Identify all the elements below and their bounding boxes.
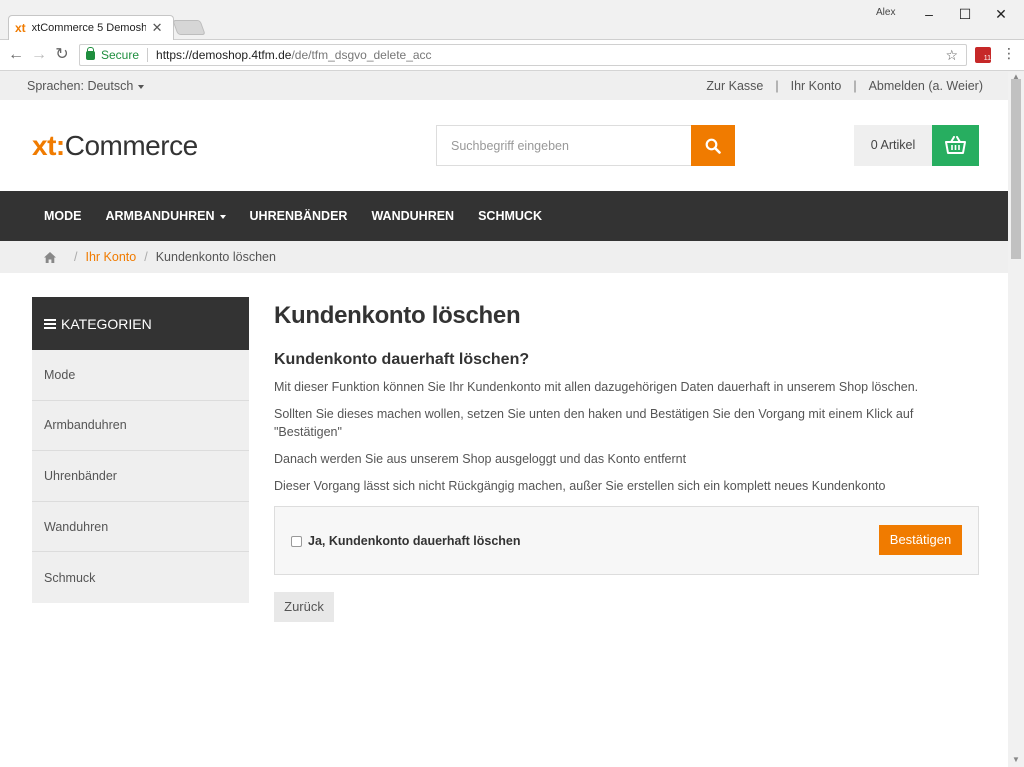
browser-tab[interactable]: xt xtCommerce 5 Demosho ✕ — [8, 15, 174, 40]
shop-logo[interactable]: xt:Commerce — [32, 130, 198, 162]
basket-icon — [945, 136, 966, 154]
language-label: Sprachen: Deutsch — [27, 79, 134, 93]
sidebar-item-wanduhren[interactable]: Wanduhren — [32, 501, 249, 553]
browser-menu-icon[interactable]: ⋮ — [1002, 45, 1016, 62]
breadcrumb-account-link[interactable]: Ihr Konto — [85, 250, 136, 264]
logo-commerce: Commerce — [64, 130, 198, 161]
cart-button[interactable] — [932, 125, 979, 166]
account-link[interactable]: Ihr Konto — [791, 79, 842, 93]
checkout-link[interactable]: Zur Kasse — [706, 79, 763, 93]
forward-arrow-icon[interactable]: → — [28, 45, 50, 65]
browser-toolbar: ← → ↻ Secure https://demoshop.4tfm.de /d… — [0, 40, 1024, 71]
scrollbar-thumb[interactable] — [1011, 79, 1021, 259]
checkbox-label[interactable]: Ja, Kundenkonto dauerhaft löschen — [308, 534, 521, 548]
confirm-button[interactable]: Bestätigen — [879, 525, 962, 555]
close-window-icon[interactable]: ✕ — [986, 4, 1016, 24]
logo-xt: xt: — [32, 130, 65, 161]
cart-count[interactable]: 0 Artikel — [854, 125, 932, 166]
menu-bars-icon — [44, 318, 56, 329]
link-separator: | — [775, 79, 779, 93]
nav-item-armbanduhren[interactable]: ARMBANDUHREN — [94, 191, 238, 241]
language-selector[interactable]: Sprachen: Deutsch — [27, 79, 145, 93]
chevron-down-icon — [219, 214, 226, 219]
info-paragraph: Danach werden Sie aus unserem Shop ausge… — [274, 452, 687, 466]
chevron-down-icon — [138, 84, 145, 89]
sidebar-item-mode[interactable]: Mode — [32, 350, 249, 401]
info-paragraph: Mit dieser Funktion können Sie Ihr Kunde… — [274, 380, 919, 394]
page-viewport: Sprachen: Deutsch Zur Kasse | Ihr Konto … — [0, 72, 1008, 767]
info-paragraph: Sollten Sie dieses machen wollen, setzen… — [274, 407, 914, 439]
link-separator: | — [853, 79, 857, 93]
lock-icon — [86, 46, 95, 60]
nav-item-wanduhren[interactable]: WANDUHREN — [359, 191, 466, 241]
search-button[interactable] — [691, 125, 735, 166]
breadcrumb: / Ihr Konto / Kundenkonto löschen — [0, 241, 1008, 273]
sidebar-header: KATEGORIEN — [32, 297, 249, 350]
breadcrumb-separator: / — [74, 250, 78, 264]
site-header: xt:Commerce Suchbegriff eingeben 0 Artik… — [0, 100, 1008, 191]
main-navigation: MODE ARMBANDUHREN UHRENBÄNDER WANDUHREN … — [0, 191, 1008, 241]
top-utility-bar: Sprachen: Deutsch Zur Kasse | Ihr Konto … — [0, 72, 1008, 100]
bookmark-star-icon[interactable]: ☆ — [945, 47, 958, 64]
nav-item-mode[interactable]: MODE — [32, 191, 94, 241]
back-arrow-icon[interactable]: ← — [5, 45, 27, 65]
tab-title: xtCommerce 5 Demosho — [31, 22, 146, 34]
info-paragraph: Dieser Vorgang lässt sich nicht Rückgäng… — [274, 479, 886, 493]
category-sidebar: KATEGORIEN Mode Armbanduhren Uhrenbänder… — [32, 297, 249, 603]
sidebar-item-armbanduhren[interactable]: Armbanduhren — [32, 400, 249, 452]
back-button[interactable]: Zurück — [274, 592, 334, 622]
new-tab-button[interactable] — [172, 20, 206, 35]
breadcrumb-current: Kundenkonto löschen — [155, 250, 276, 264]
page-title: Kundenkonto löschen — [274, 302, 521, 329]
section-title: Kundenkonto dauerhaft löschen? — [274, 351, 530, 368]
profile-badge[interactable]: Alex — [876, 7, 895, 18]
home-icon[interactable] — [44, 251, 56, 263]
calendar-extension-icon[interactable]: 11 — [975, 47, 991, 63]
tab-close-icon[interactable]: ✕ — [152, 20, 163, 36]
url-divider — [147, 48, 149, 62]
minimize-icon[interactable]: – — [914, 4, 944, 24]
search-icon — [705, 138, 721, 154]
sidebar-title: KATEGORIEN — [61, 315, 152, 332]
secure-label: Secure — [101, 48, 140, 62]
browser-tabbar: xt xtCommerce 5 Demosho ✕ Alex – ☐ ✕ — [0, 0, 1024, 40]
breadcrumb-separator: / — [144, 250, 148, 264]
tab-favicon-icon: xt — [15, 21, 26, 35]
nav-item-uhrenbaender[interactable]: UHRENBÄNDER — [238, 191, 360, 241]
logout-link[interactable]: Abmelden (a. Weier) — [869, 79, 983, 93]
url-host: https://demoshop.4tfm.de — [156, 48, 292, 62]
delete-account-checkbox[interactable] — [291, 536, 302, 547]
nav-item-schmuck[interactable]: SCHMUCK — [466, 191, 554, 241]
scroll-down-icon[interactable]: ▼ — [1008, 755, 1024, 767]
confirm-panel: Ja, Kundenkonto dauerhaft löschen Bestät… — [274, 506, 979, 575]
address-bar[interactable]: Secure https://demoshop.4tfm.de /de/tfm_… — [79, 44, 967, 66]
sidebar-item-schmuck[interactable]: Schmuck — [32, 552, 249, 603]
search-input[interactable]: Suchbegriff eingeben — [436, 125, 692, 166]
maximize-icon[interactable]: ☐ — [950, 4, 980, 24]
nav-item-label: ARMBANDUHREN — [105, 209, 215, 223]
account-links: Zur Kasse | Ihr Konto | Abmelden (a. Wei… — [706, 79, 983, 93]
url-path: /de/tfm_dsgvo_delete_acc — [291, 48, 432, 62]
main-content: Kundenkonto löschen Kundenkonto dauerhaf… — [274, 297, 979, 622]
reload-icon[interactable]: ↻ — [51, 45, 73, 65]
sidebar-item-uhrenbaender[interactable]: Uhrenbänder — [32, 451, 249, 502]
